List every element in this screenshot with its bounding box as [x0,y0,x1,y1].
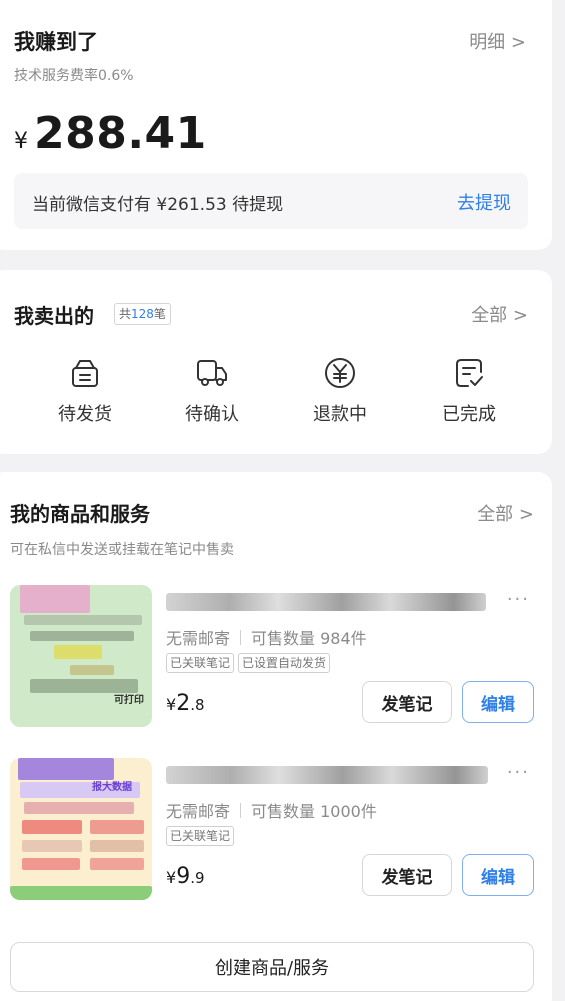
product-thumbnail[interactable]: 可打印 [10,585,152,727]
tag-linked-note: 已关联笔记 [166,653,235,673]
detail-link[interactable]: 明细 > [469,28,526,54]
post-note-button[interactable]: 发笔记 [362,681,452,723]
thumb-caption: 可打印 [114,695,144,706]
thumb-caption: 报大数据 [92,782,132,793]
status-to-ship[interactable]: 待发货 [35,356,135,426]
yuan-refund-icon [325,358,355,388]
product-tags: 已关联笔记 已设置自动发货 [166,653,331,673]
status-refunding[interactable]: 退款中 [290,356,390,426]
edit-button[interactable]: 编辑 [462,854,534,896]
create-product-button[interactable]: 创建商品/服务 [10,942,534,992]
truck-icon [197,360,227,386]
product-price: ¥ 9 .9 [166,864,205,889]
status-label: 待发货 [58,404,112,425]
more-options-icon[interactable]: ··· [507,762,530,783]
check-doc-icon [456,359,483,387]
order-count-badge: 共128笔 [114,303,171,325]
tag-auto-ship: 已设置自动发货 [238,653,331,673]
price-decimal: .8 [190,696,205,714]
status-completed[interactable]: 已完成 [419,356,519,426]
earnings-amount: ¥ 288.41 [14,108,207,159]
more-options-icon[interactable]: ··· [507,589,530,610]
count-prefix: 共 [119,307,132,321]
status-label: 退款中 [313,404,367,425]
box-icon [72,360,98,387]
price-currency: ¥ [166,695,177,714]
count-number: 128 [131,307,154,321]
stock-text: 可售数量 984件 [251,629,367,648]
products-subtitle: 可在私信中发送或挂载在笔记中售卖 [10,542,234,558]
product-item[interactable]: 报大数据 ··· 无需邮寄 可售数量 1000件 已关联笔记 ¥ 9 .9 发笔… [0,758,552,908]
product-name-redacted [166,766,488,784]
shipping-text: 无需邮寄 [166,629,231,648]
sold-all-link[interactable]: 全部 > [471,301,528,327]
status-to-confirm[interactable]: 待确认 [162,356,262,426]
product-price: ¥ 2 .8 [166,691,205,716]
count-suffix: 笔 [153,307,166,321]
product-tags: 已关联笔记 [166,826,235,846]
price-integer: 2 [176,691,191,716]
shipping-text: 无需邮寄 [166,802,231,821]
products-all-link[interactable]: 全部 > [477,500,534,526]
product-meta: 无需邮寄 可售数量 1000件 [166,798,377,822]
fee-rate-text: 技术服务费率0.6% [14,68,134,84]
sold-title: 我卖出的 [14,304,94,328]
earnings-card: 我赚到了 技术服务费率0.6% 明细 > ¥ 288.41 当前微信支付有 ¥2… [0,0,552,250]
sold-card: 我卖出的 共128笔 全部 > 待发货 待确认 退款中 已完成 [0,270,552,454]
wechat-pending-text: 当前微信支付有 ¥261.53 待提现 [32,195,284,215]
products-title: 我的商品和服务 [10,502,150,526]
price-decimal: .9 [190,869,205,887]
product-thumbnail[interactable]: 报大数据 [10,758,152,900]
withdraw-link[interactable]: 去提现 [457,189,511,215]
product-item[interactable]: 可打印 ··· 无需邮寄 可售数量 984件 已关联笔记 已设置自动发货 ¥ 2… [0,585,552,735]
earnings-title: 我赚到了 [14,30,98,54]
price-integer: 9 [176,864,191,889]
products-card: 我的商品和服务 全部 > 可在私信中发送或挂载在笔记中售卖 可打印 ··· 无需… [0,472,552,1001]
currency-symbol: ¥ [14,129,28,154]
tag-linked-note: 已关联笔记 [166,826,235,846]
status-label: 待确认 [185,404,239,425]
post-note-button[interactable]: 发笔记 [362,854,452,896]
product-name-redacted [166,593,486,611]
status-label: 已完成 [442,404,496,425]
wechat-withdraw-bar: 当前微信支付有 ¥261.53 待提现 去提现 [14,173,528,229]
product-meta: 无需邮寄 可售数量 984件 [166,625,367,649]
amount-value: 288.41 [34,108,207,159]
price-currency: ¥ [166,868,177,887]
edit-button[interactable]: 编辑 [462,681,534,723]
stock-text: 可售数量 1000件 [251,802,377,821]
